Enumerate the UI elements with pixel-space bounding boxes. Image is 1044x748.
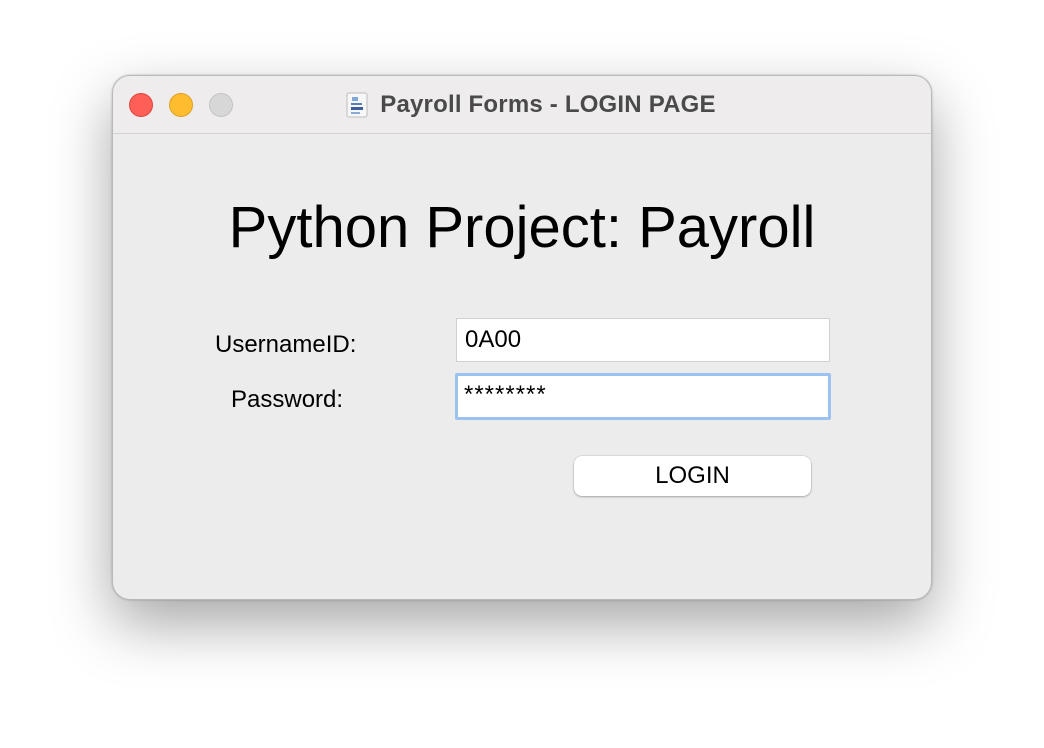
login-window: Payroll Forms - LOGIN PAGE Python Projec… bbox=[112, 75, 932, 600]
title-bar[interactable]: Payroll Forms - LOGIN PAGE bbox=[113, 76, 931, 134]
password-label: Password: bbox=[231, 386, 344, 413]
password-input[interactable]: ******** bbox=[455, 373, 831, 420]
window-title: Payroll Forms - LOGIN PAGE bbox=[380, 90, 716, 118]
page-heading: Python Project: Payroll bbox=[228, 195, 816, 260]
document-icon bbox=[346, 92, 368, 118]
login-button[interactable]: LOGIN bbox=[574, 456, 811, 496]
username-input[interactable]: 0A00 bbox=[456, 318, 830, 362]
title-wrap: Payroll Forms - LOGIN PAGE bbox=[113, 76, 931, 133]
username-label: UsernameID: bbox=[215, 331, 357, 358]
